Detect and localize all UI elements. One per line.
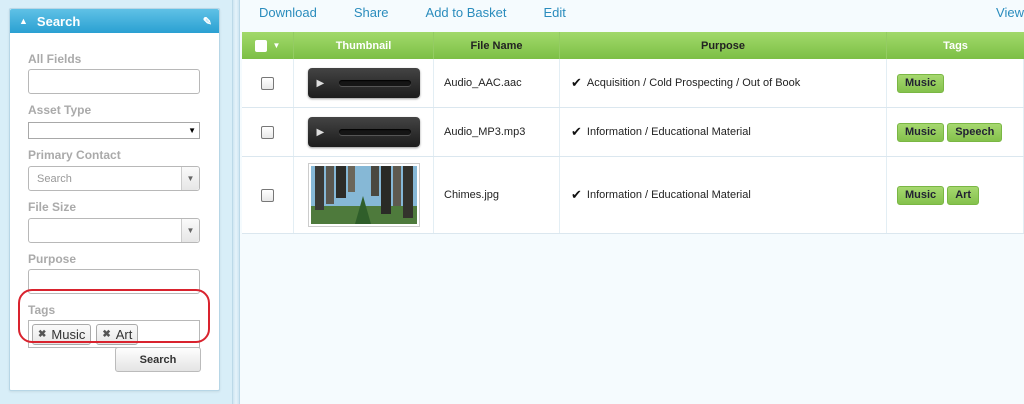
tag-badge[interactable]: Music (897, 185, 945, 205)
tag-badge[interactable]: Speech (947, 122, 1003, 142)
play-icon[interactable]: ▶ (317, 78, 325, 89)
audio-player[interactable]: ▶ (307, 68, 420, 98)
panel-splitter[interactable] (232, 0, 240, 404)
select-all-header[interactable]: ▼ (242, 32, 294, 59)
dropdown-arrow-icon[interactable]: ▼ (181, 219, 199, 242)
thumbnail-cell: ▶ (294, 108, 434, 156)
tag-badge[interactable]: Music (897, 122, 945, 142)
column-header-purpose[interactable]: Purpose (560, 32, 887, 59)
column-header-thumbnail[interactable]: Thumbnail (294, 32, 434, 59)
row-checkbox-cell (242, 157, 294, 233)
primary-contact-label: Primary Contact (28, 148, 121, 162)
search-button[interactable]: Search (115, 347, 201, 372)
row-checkbox[interactable] (261, 125, 274, 139)
tag-badge[interactable]: Music (897, 73, 945, 93)
file-name-cell[interactable]: Audio_AAC.aac (434, 59, 560, 107)
image-thumbnail[interactable] (307, 163, 420, 227)
collapse-triangle-icon[interactable]: ▲ (19, 16, 28, 26)
select-all-checkbox[interactable] (254, 39, 267, 52)
audio-player[interactable]: ▶ (307, 117, 420, 147)
checkmark-icon: ✔ (571, 187, 582, 202)
share-link[interactable]: Share (354, 5, 389, 20)
checkmark-icon: ✔ (571, 124, 582, 139)
view-link[interactable]: View (996, 5, 1024, 20)
download-link[interactable]: Download (259, 5, 317, 20)
column-header-file-name[interactable]: File Name (434, 32, 560, 59)
row-checkbox[interactable] (261, 188, 274, 202)
asset-type-label: Asset Type (28, 103, 92, 117)
primary-contact-combobox[interactable]: Search ▼ (28, 166, 200, 191)
thumbnail-cell (294, 157, 434, 233)
purpose-label: Purpose (28, 252, 77, 266)
thumbnail-cell: ▶ (294, 59, 434, 107)
all-fields-input[interactable] (28, 69, 200, 94)
purpose-text: Information / Educational Material (586, 189, 751, 201)
tags-cell: Music Art (887, 157, 1024, 233)
purpose-cell: ✔ Information / Educational Material (560, 157, 887, 233)
file-size-combobox[interactable]: ▼ (28, 218, 200, 243)
chevron-down-icon[interactable]: ▼ (273, 41, 281, 50)
dropdown-arrow-icon[interactable]: ▼ (181, 167, 199, 190)
edit-icon[interactable]: ✎ (203, 15, 212, 28)
table-row[interactable]: ▶ Audio_AAC.aac ✔ Acquisition / Cold Pro… (242, 59, 1024, 108)
tags-cell: Music (887, 59, 1024, 107)
file-name-cell[interactable]: Audio_MP3.mp3 (434, 108, 560, 156)
assets-table: ▼ Thumbnail File Name Purpose Tags ▶ Aud… (242, 32, 1024, 234)
search-panel-header[interactable]: ▲ Search ✎ (10, 9, 219, 33)
file-name-cell[interactable]: Chimes.jpg (434, 157, 560, 233)
row-checkbox-cell (242, 59, 294, 107)
progress-bar[interactable] (339, 80, 412, 86)
table-row[interactable]: Chimes.jpg ✔ Information / Educational M… (242, 157, 1024, 234)
row-checkbox[interactable] (261, 76, 274, 90)
column-header-tags[interactable]: Tags (887, 32, 1024, 59)
play-icon[interactable]: ▶ (317, 127, 325, 138)
chimes-photo-icon (310, 166, 417, 224)
table-row[interactable]: ▶ Audio_MP3.mp3 ✔ Information / Educatio… (242, 108, 1024, 157)
toolbar: Download Share Add to Basket Edit View (240, 0, 1024, 24)
dropdown-arrow-icon: ▼ (188, 126, 196, 135)
checkmark-icon: ✔ (571, 75, 582, 90)
main-content: Download Share Add to Basket Edit View ▼… (240, 0, 1024, 404)
add-to-basket-link[interactable]: Add to Basket (426, 5, 507, 20)
tags-cell: Music Speech (887, 108, 1024, 156)
purpose-cell: ✔ Information / Educational Material (560, 108, 887, 156)
asset-type-select[interactable]: ▼ (28, 122, 200, 139)
purpose-text: Acquisition / Cold Prospecting / Out of … (586, 77, 801, 89)
purpose-text: Information / Educational Material (586, 126, 751, 138)
all-fields-label: All Fields (28, 52, 82, 66)
purpose-cell: ✔ Acquisition / Cold Prospecting / Out o… (560, 59, 887, 107)
file-size-label: File Size (28, 200, 77, 214)
search-panel-title: Search (36, 13, 81, 29)
edit-link[interactable]: Edit (543, 5, 565, 20)
tag-badge[interactable]: Art (947, 185, 980, 205)
tags-highlight-circle (18, 289, 210, 343)
table-header: ▼ Thumbnail File Name Purpose Tags (242, 32, 1024, 59)
progress-bar[interactable] (339, 129, 412, 135)
row-checkbox-cell (242, 108, 294, 156)
primary-contact-placeholder: Search (37, 173, 72, 185)
